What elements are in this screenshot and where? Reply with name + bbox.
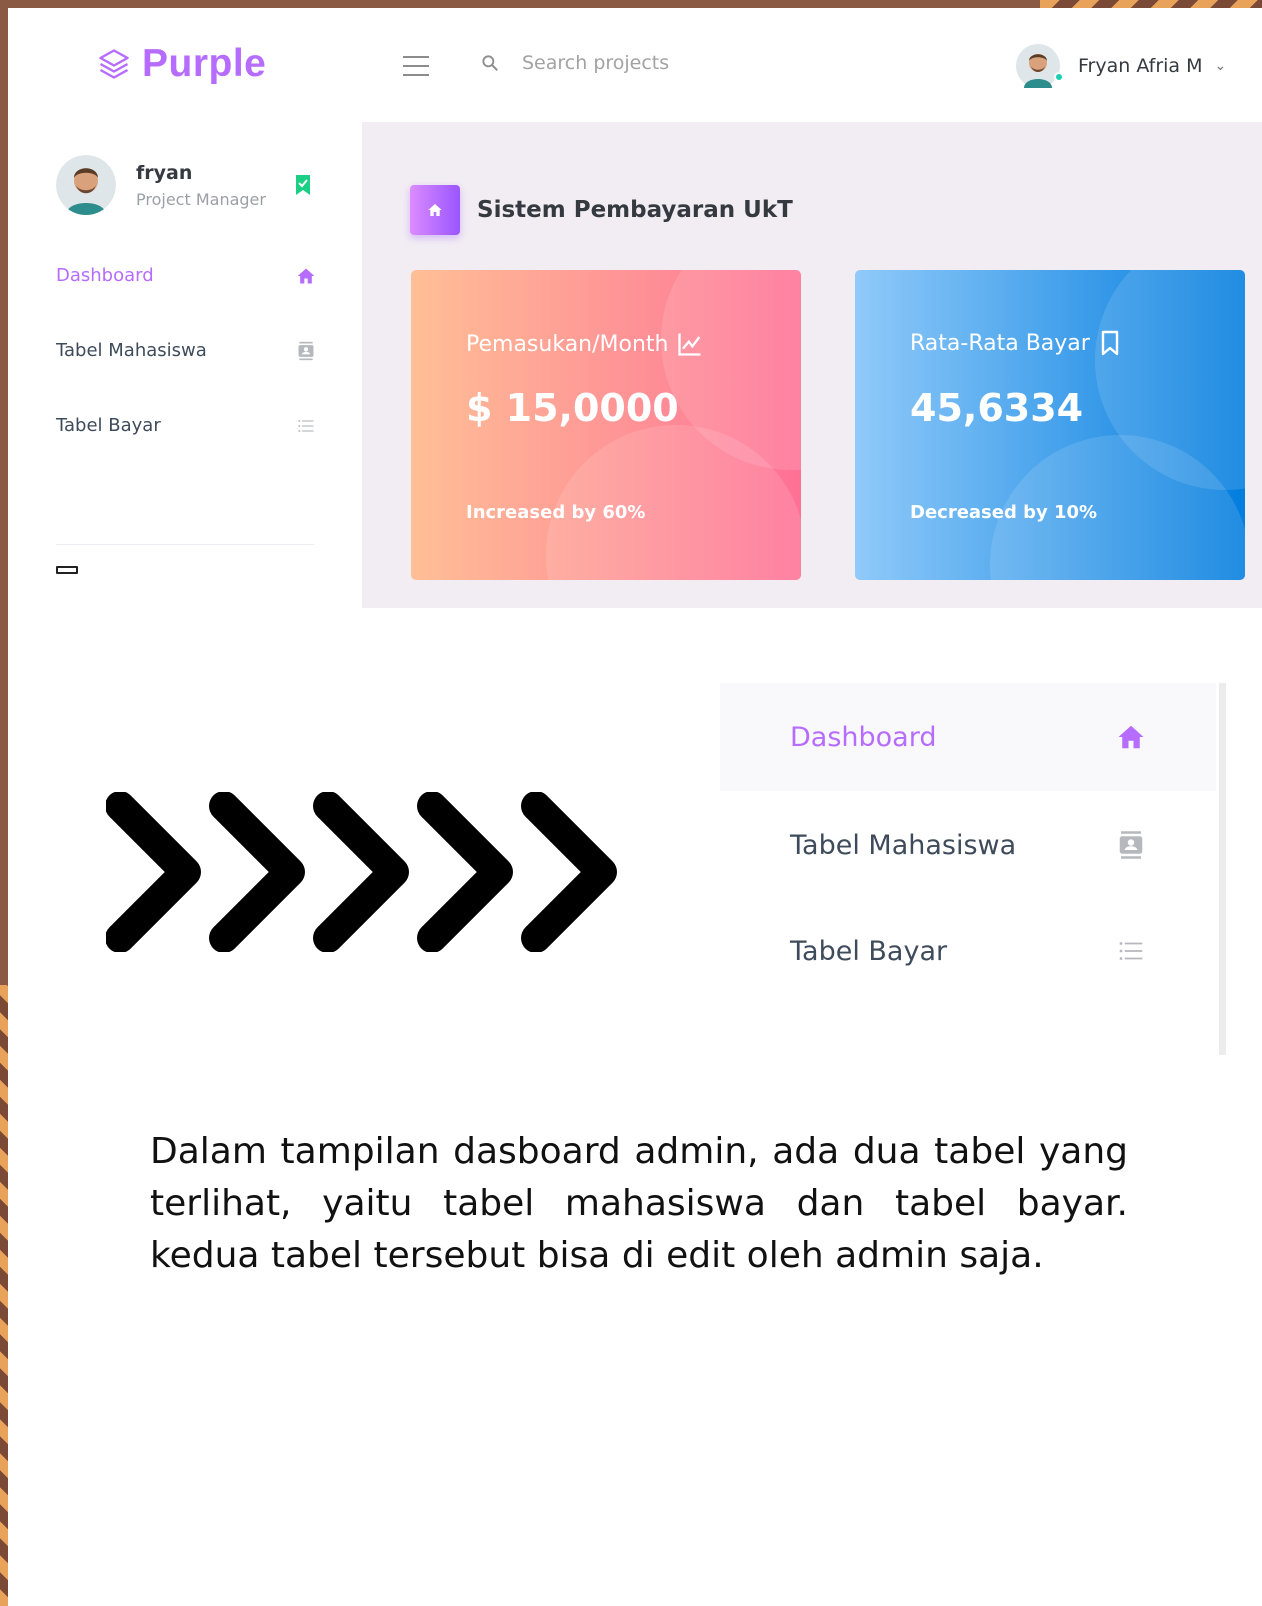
sidebar-divider bbox=[56, 544, 314, 545]
bookmark-check-icon bbox=[296, 175, 310, 195]
sidebar-item-dashboard[interactable]: Dashboard bbox=[56, 265, 316, 286]
card-footnote: Decreased by 10% bbox=[910, 502, 1098, 523]
contacts-icon bbox=[1119, 831, 1143, 859]
brand-logo[interactable]: Purple bbox=[96, 42, 266, 86]
sidebar: fryan Project Manager Dashboard Tabel Ma… bbox=[8, 122, 362, 608]
menu-toggle-button[interactable] bbox=[403, 56, 429, 76]
zoomed-sidebar-menu: Dashboard Tabel Mahasiswa Tabel Bayar bbox=[720, 683, 1226, 1055]
format-list-bulleted-icon bbox=[1119, 942, 1143, 960]
card-footnote: Increased by 60% bbox=[466, 502, 646, 523]
user-dropdown[interactable]: Fryan Afria M ⌄ bbox=[1016, 44, 1226, 88]
page-header: Sistem Pembayaran UkT bbox=[410, 185, 793, 235]
format-list-bulleted-icon bbox=[298, 419, 314, 432]
description-text: Dalam tampilan dasboard admin, ada dua t… bbox=[150, 1131, 1128, 1276]
layers-icon bbox=[99, 49, 129, 79]
chart-line-icon bbox=[678, 333, 701, 356]
sidebar-profile[interactable]: fryan Project Manager bbox=[56, 155, 266, 215]
top-navbar: Purple Search projects Fryan Afria M ⌄ bbox=[8, 8, 1262, 122]
chevrons-right-icon bbox=[106, 792, 617, 952]
sidebar-item-label: Tabel Mahasiswa bbox=[56, 340, 207, 361]
vertical-scrollbar[interactable] bbox=[1219, 683, 1226, 1055]
profile-role: Project Manager bbox=[136, 189, 266, 209]
user-avatar bbox=[1016, 44, 1064, 88]
zoom-item-tabel-bayar[interactable]: Tabel Bayar bbox=[720, 897, 1216, 1005]
sidebar-minimize-icon[interactable] bbox=[56, 566, 78, 574]
profile-name: fryan bbox=[136, 161, 193, 184]
stat-card-rata-rata[interactable]: Rata-Rata Bayar 45,6334 Decreased by 10% bbox=[855, 270, 1245, 580]
online-status-dot bbox=[1054, 72, 1064, 82]
zoom-item-tabel-mahasiswa[interactable]: Tabel Mahasiswa bbox=[720, 791, 1216, 899]
card-value: 45,6334 bbox=[910, 386, 1084, 430]
home-icon bbox=[1118, 725, 1144, 749]
brand-name: Purple bbox=[142, 42, 267, 85]
page-title-icon-box bbox=[410, 185, 460, 235]
bookmark-outline-icon bbox=[1101, 330, 1119, 356]
zoom-item-label: Dashboard bbox=[790, 721, 937, 753]
sidebar-item-label: Dashboard bbox=[56, 265, 154, 286]
card-title: Rata-Rata Bayar bbox=[910, 330, 1122, 356]
zoom-item-label: Tabel Mahasiswa bbox=[790, 829, 1017, 861]
contacts-icon bbox=[298, 341, 314, 360]
sidebar-item-label: Tabel Bayar bbox=[56, 415, 161, 436]
sidebar-item-tabel-mahasiswa[interactable]: Tabel Mahasiswa bbox=[56, 340, 316, 361]
search-input[interactable] bbox=[522, 52, 782, 74]
page-title: Sistem Pembayaran UkT bbox=[477, 197, 793, 223]
zoom-item-dashboard[interactable]: Dashboard bbox=[720, 683, 1216, 791]
card-value: $ 15,0000 bbox=[466, 386, 679, 430]
card-title-text: Pemasukan/Month bbox=[466, 331, 669, 357]
zoom-item-label: Tabel Bayar bbox=[790, 935, 948, 967]
sidebar-item-tabel-bayar[interactable]: Tabel Bayar bbox=[56, 415, 316, 436]
slide-page: Purple Search projects Fryan Afria M ⌄ f… bbox=[8, 8, 1262, 1606]
main-content: Sistem Pembayaran UkT Pemasukan/Month $ … bbox=[362, 122, 1262, 608]
home-icon bbox=[428, 204, 442, 216]
search-icon bbox=[482, 55, 498, 71]
dashboard-screenshot: Purple Search projects Fryan Afria M ⌄ f… bbox=[8, 8, 1262, 608]
search-bar bbox=[480, 52, 782, 74]
card-title-text: Rata-Rata Bayar bbox=[910, 330, 1090, 356]
stat-card-pemasukan[interactable]: Pemasukan/Month $ 15,0000 Increased by 6… bbox=[411, 270, 801, 580]
user-name: Fryan Afria M bbox=[1078, 55, 1203, 77]
card-title: Pemasukan/Month bbox=[466, 330, 704, 358]
profile-avatar bbox=[56, 155, 116, 215]
chevron-down-icon: ⌄ bbox=[1214, 58, 1227, 74]
home-icon bbox=[297, 268, 315, 283]
